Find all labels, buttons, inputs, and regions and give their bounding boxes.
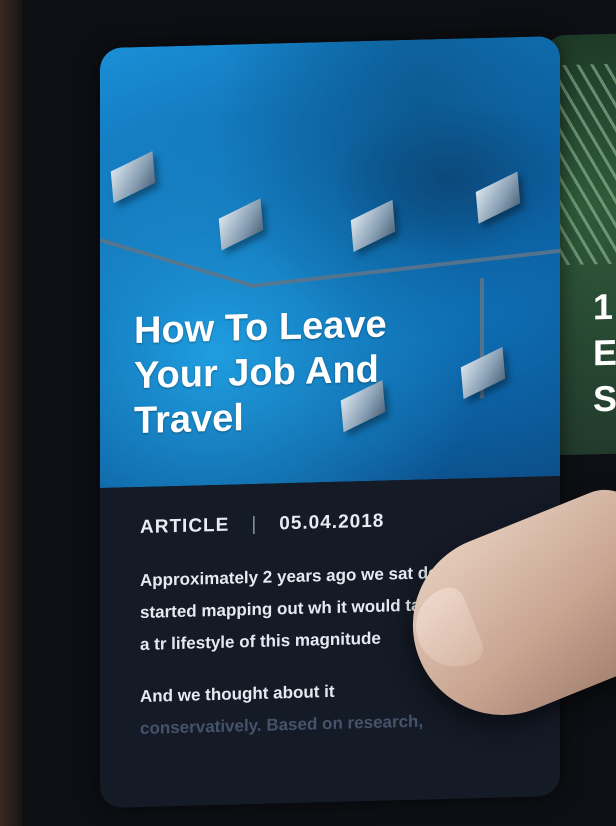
bungalow	[110, 151, 156, 204]
phone-edge	[0, 0, 22, 826]
article-date: 05.04.2018	[279, 510, 385, 535]
article-title: How To Leave Your Job And Travel	[134, 303, 387, 443]
excerpt-faded-text: conservatively. Based on research,	[140, 711, 424, 738]
article-meta: ARTICLE | 05.04.2018	[140, 511, 384, 539]
next-card-title: 1 E S	[593, 285, 616, 420]
article-hero-image: How To Leave Your Job And Travel	[100, 35, 560, 489]
meta-separator: |	[251, 513, 258, 536]
next-card-image	[553, 63, 616, 266]
excerpt-text: And we thought about it	[140, 681, 335, 706]
article-type: ARTICLE	[140, 514, 230, 538]
bungalow	[218, 198, 264, 251]
